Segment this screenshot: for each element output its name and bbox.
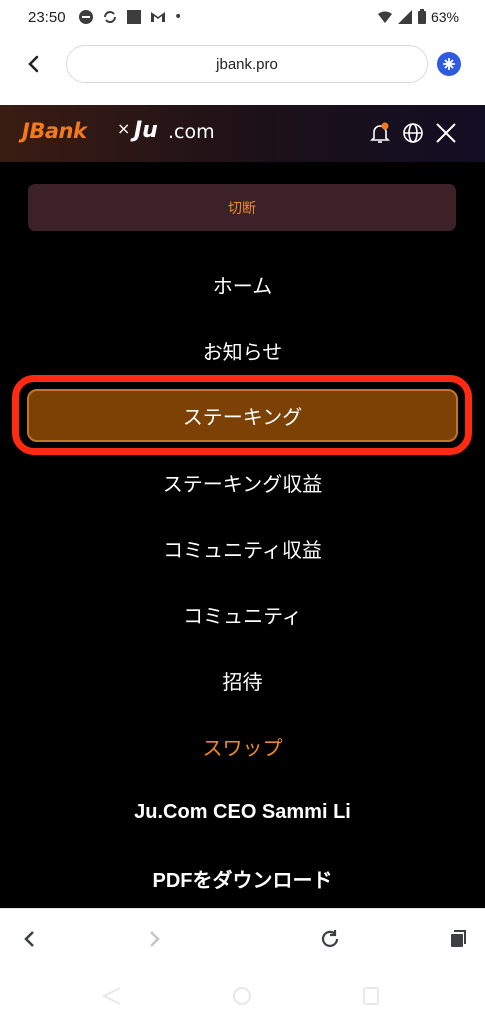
nav-recents-icon[interactable] bbox=[362, 986, 380, 1006]
menu-item-pdf-download[interactable]: PDFをダウンロード bbox=[0, 858, 485, 898]
back-icon[interactable] bbox=[18, 927, 42, 951]
navigation-menu: 切断 ホーム お知らせ ステーキング ステーキング収益 コミュニティ収益 コミュ… bbox=[0, 162, 485, 908]
battery-icon bbox=[417, 9, 426, 24]
status-more-dot: • bbox=[174, 9, 183, 25]
wifi-icon bbox=[377, 11, 392, 23]
menu-item-home[interactable]: ホーム bbox=[0, 264, 485, 304]
brand-separator: × bbox=[117, 119, 131, 138]
disconnect-button[interactable]: 切断 bbox=[28, 184, 456, 231]
address-field[interactable]: jbank.pro bbox=[66, 45, 428, 83]
menu-item-swap[interactable]: スワップ bbox=[0, 726, 485, 766]
status-bar: 23:50 • 63% bbox=[0, 0, 485, 38]
menu-item-invite[interactable]: 招待 bbox=[0, 660, 485, 700]
game-controller-icon bbox=[79, 10, 93, 24]
system-navigation-bar bbox=[0, 970, 485, 1024]
status-time: 23:50 bbox=[28, 9, 66, 26]
menu-item-ceo[interactable]: Ju.Com CEO Sammi Li bbox=[0, 792, 485, 832]
ju-logo-suffix: .com bbox=[168, 121, 215, 143]
close-icon[interactable] bbox=[434, 121, 458, 145]
browser-toolbar bbox=[0, 908, 485, 970]
menu-item-community[interactable]: コミュニティ bbox=[0, 594, 485, 634]
globe-icon[interactable] bbox=[401, 121, 425, 145]
menu-item-staking[interactable]: ステーキング bbox=[27, 389, 458, 442]
app-header: JBank × Ju .com bbox=[0, 105, 485, 162]
menu-item-notices[interactable]: お知らせ bbox=[0, 330, 485, 370]
gmail-icon bbox=[151, 12, 165, 22]
menu-item-community-earnings[interactable]: コミュニティ収益 bbox=[0, 528, 485, 568]
knot-icon bbox=[443, 58, 455, 70]
browser-extension-icon[interactable] bbox=[437, 52, 461, 76]
bell-icon[interactable] bbox=[368, 121, 392, 145]
app-square-icon bbox=[127, 10, 141, 24]
notification-icons: • bbox=[78, 9, 182, 25]
system-status-icons: 63% bbox=[377, 9, 459, 25]
jbank-logo: JBank bbox=[22, 119, 87, 143]
nav-home-icon[interactable] bbox=[232, 986, 252, 1006]
ju-logo: Ju bbox=[134, 118, 158, 143]
browser-url-bar: jbank.pro bbox=[0, 38, 485, 104]
sync-icon bbox=[104, 11, 116, 23]
battery-level: 63% bbox=[430, 9, 459, 25]
nav-back-icon[interactable] bbox=[100, 986, 124, 1006]
signal-icon bbox=[397, 10, 412, 24]
menu-item-staking-earnings[interactable]: ステーキング収益 bbox=[0, 462, 485, 502]
chevron-left-icon[interactable] bbox=[22, 52, 46, 76]
tabs-icon[interactable] bbox=[446, 927, 470, 951]
forward-icon[interactable] bbox=[142, 927, 166, 951]
reload-icon[interactable] bbox=[318, 927, 342, 951]
